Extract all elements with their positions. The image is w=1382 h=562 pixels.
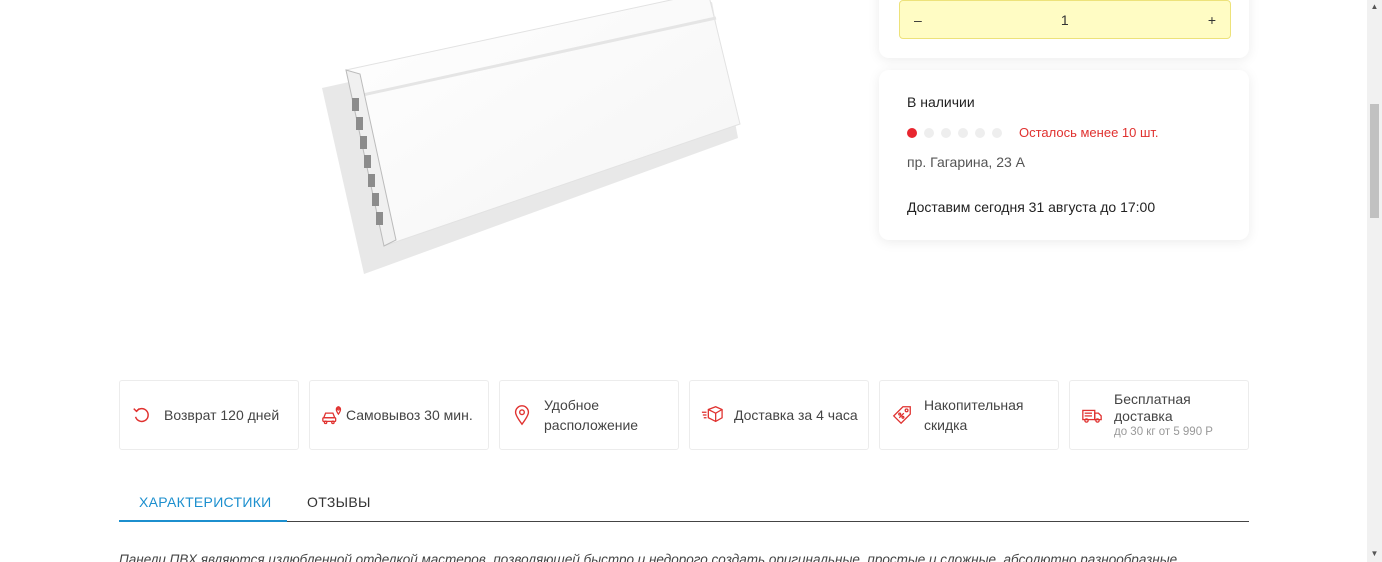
tab-reviews[interactable]: ОТЗЫВЫ (287, 486, 391, 522)
box-fast-icon (700, 403, 724, 427)
discount-tag-icon (890, 403, 914, 427)
scroll-down-icon[interactable]: ▼ (1370, 550, 1379, 558)
feature-return[interactable]: Возврат 120 дней (119, 380, 299, 450)
features-row: Возврат 120 дней Самовывоз 30 мин. Удобн… (119, 380, 1249, 450)
location-pin-icon (510, 403, 534, 427)
stock-dot (958, 128, 968, 138)
stock-dot (975, 128, 985, 138)
store-address[interactable]: пр. Гагарина, 23 А (907, 154, 1025, 170)
feature-label: Самовывоз 30 мин. (346, 407, 473, 423)
product-image (288, 0, 804, 352)
stock-warning: Осталось менее 10 шт. (1019, 125, 1159, 140)
truck-icon (1080, 403, 1104, 427)
stock-status: В наличии (907, 94, 975, 110)
product-tabs: ХАРАКТЕРИСТИКИ ОТЗЫВЫ (119, 486, 1249, 522)
stock-dot (907, 128, 917, 138)
scroll-up-icon[interactable]: ▲ (1370, 3, 1379, 11)
feature-label: Доставка за 4 часа (734, 407, 858, 423)
product-description: Панели ПВХ являются излюбленной отделкой… (119, 552, 1178, 562)
stock-card: В наличии Осталось менее 10 шт. пр. Гага… (879, 70, 1249, 240)
feature-free-delivery[interactable]: Бесплатная доставка до 30 кг от 5 990 Р (1069, 380, 1249, 450)
feature-location[interactable]: Удобное расположение (499, 380, 679, 450)
feature-label: Удобное расположение (544, 397, 639, 433)
feature-label: Возврат 120 дней (164, 407, 280, 423)
car-pin-icon (320, 403, 344, 427)
feature-label: Накопительная скидка (924, 397, 1024, 433)
tab-characteristics[interactable]: ХАРАКТЕРИСТИКИ (119, 486, 287, 522)
feature-label: Бесплатная доставка (1114, 391, 1191, 424)
quantity-card: – 1 + (879, 0, 1249, 58)
feature-sublabel: до 30 кг от 5 990 Р (1114, 426, 1213, 438)
scroll-thumb[interactable] (1370, 104, 1379, 218)
stock-dot (941, 128, 951, 138)
quantity-stepper: – 1 + (899, 0, 1231, 39)
stock-level-indicator (907, 128, 1002, 138)
feature-delivery[interactable]: Доставка за 4 часа (689, 380, 869, 450)
increase-button[interactable]: + (1208, 12, 1216, 28)
stock-dot (924, 128, 934, 138)
decrease-button[interactable]: – (914, 12, 922, 28)
delivery-info: Доставим сегодня 31 августа до 17:00 (907, 199, 1156, 215)
stock-dot (992, 128, 1002, 138)
feature-pickup[interactable]: Самовывоз 30 мин. (309, 380, 489, 450)
return-icon (130, 403, 154, 427)
quantity-value[interactable]: 1 (1061, 12, 1069, 28)
feature-discount[interactable]: Накопительная скидка (879, 380, 1059, 450)
page-scrollbar[interactable]: ▲ ▼ (1367, 0, 1382, 562)
